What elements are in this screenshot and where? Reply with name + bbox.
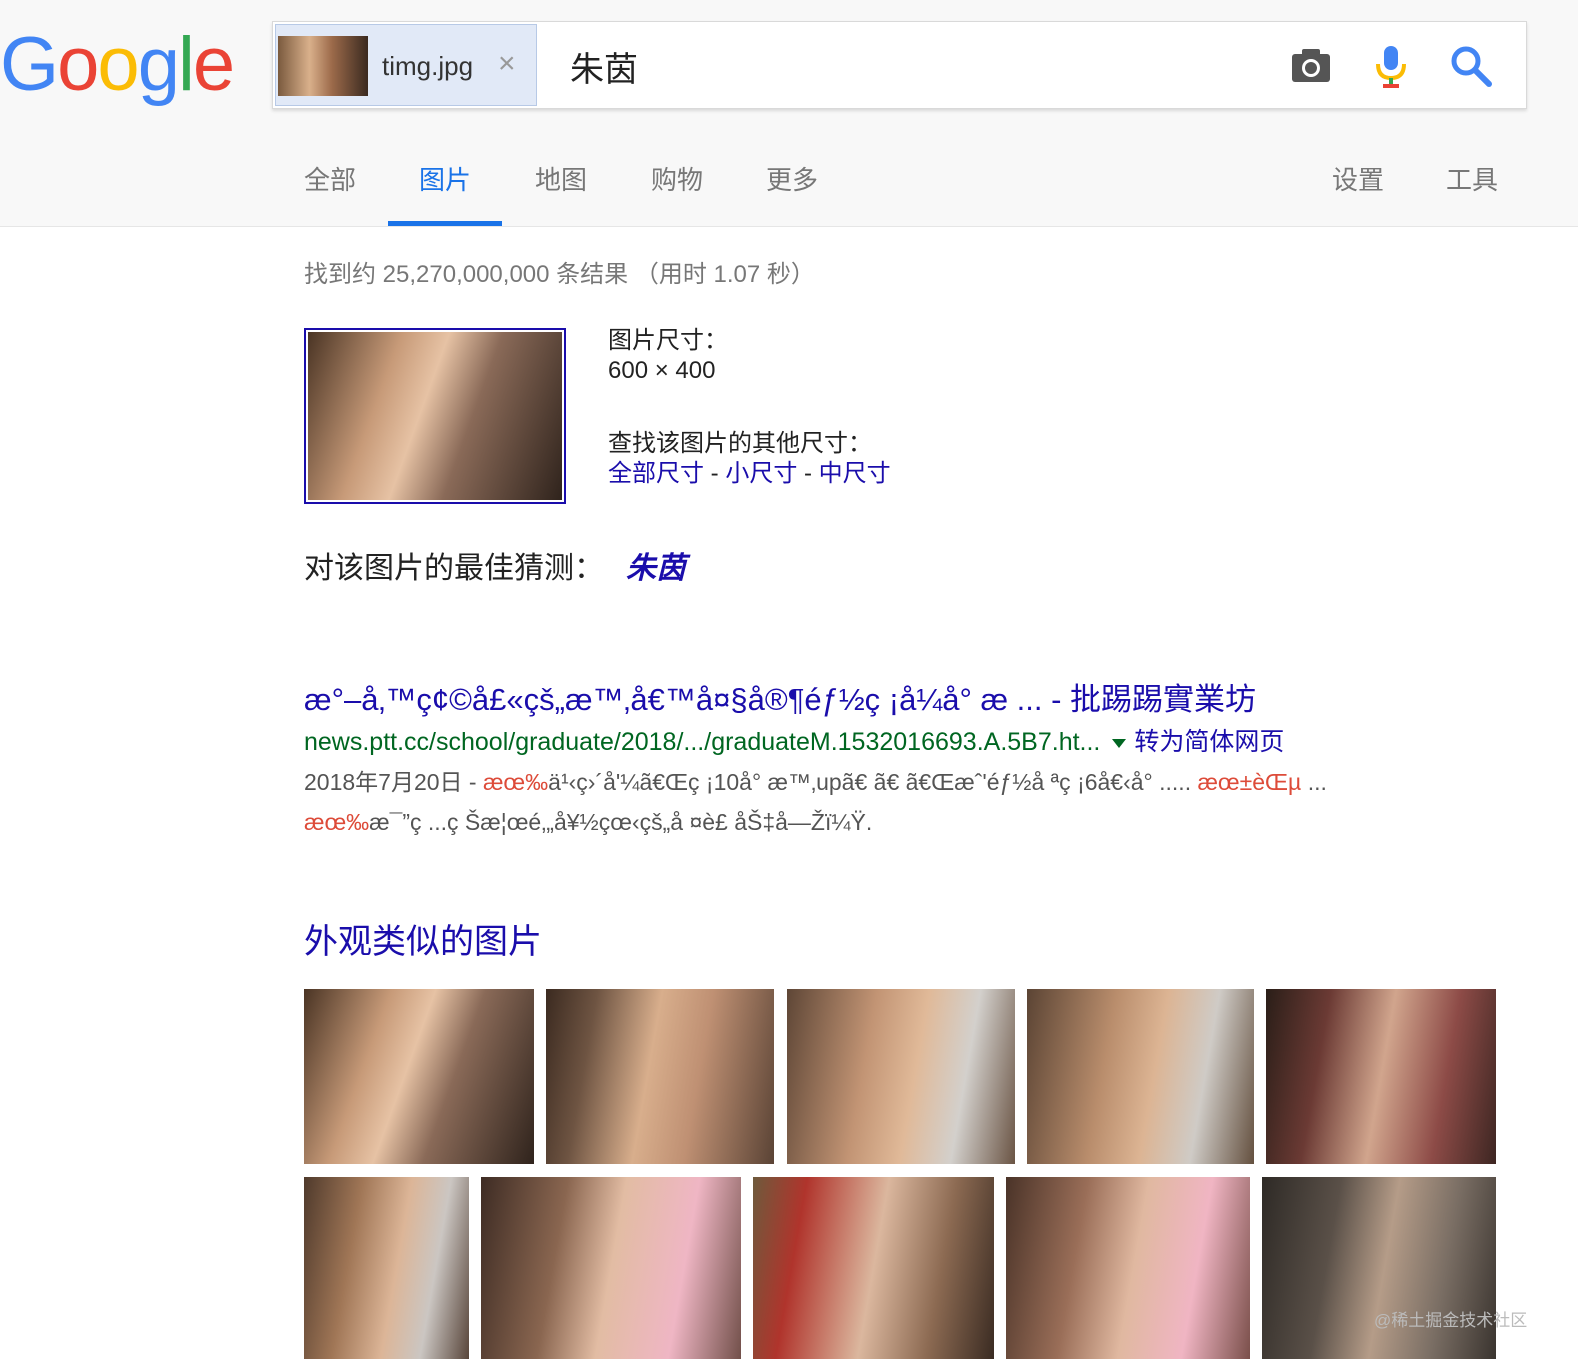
snippet-highlight: æœ±èŒµ xyxy=(1197,769,1302,795)
close-icon[interactable]: × xyxy=(498,47,516,81)
search-icon[interactable] xyxy=(1447,42,1495,90)
query-image-thumbnail[interactable] xyxy=(304,328,566,504)
tab-label: 更多 xyxy=(765,165,818,195)
search-icon-svg xyxy=(1451,46,1492,87)
snippet-text: ... xyxy=(1301,769,1327,795)
similar-image-thumbnail[interactable] xyxy=(1266,989,1496,1164)
best-guess: 对该图片的最佳猜测： 朱茵 xyxy=(304,543,686,587)
image-chip[interactable]: timg.jpg × xyxy=(275,24,537,106)
tab-label: 全部 xyxy=(304,165,357,195)
query-image xyxy=(308,332,562,500)
snippet-text: 2018年7月20日 - xyxy=(304,769,483,795)
camera-icon-svg xyxy=(1292,49,1330,82)
result-url: news.ptt.cc/school/graduate/2018/.../gra… xyxy=(304,722,1284,758)
result-stats: 找到约 25,270,000,000 条结果 （用时 1.07 秒） xyxy=(304,261,815,288)
settings-link[interactable]: 设置 xyxy=(1331,160,1385,226)
microphone-icon-svg xyxy=(1376,46,1406,88)
similar-image-thumbnail[interactable] xyxy=(481,1177,741,1359)
tools-link[interactable]: 工具 xyxy=(1445,160,1499,226)
snippet-highlight: æœ‰ xyxy=(304,809,370,835)
similar-image-thumbnail[interactable] xyxy=(1006,1177,1250,1359)
watermark: @稀土掘金技术社区 xyxy=(1374,1311,1528,1330)
result-url-text: news.ptt.cc/school/graduate/2018/.../gra… xyxy=(304,728,1101,756)
other-sizes-label: 查找该图片的其他尺寸： xyxy=(608,430,872,457)
logo-letter: o xyxy=(57,22,99,107)
microphone-icon[interactable] xyxy=(1367,42,1415,90)
small-size-link[interactable]: 小尺寸 xyxy=(725,460,797,487)
snippet-text: æ¯”ç ...ç Šæ¦œé‚„å¥½çœ‹çš„å ¤è£ åŠ‡å—Žï¼… xyxy=(369,809,873,835)
separator: - xyxy=(704,460,726,487)
result-title-link[interactable]: æ°–å‚™ç¢©å£«çš„æ™‚å€™å¤§å®¶éƒ½ç ¡å¼å° æ … xyxy=(304,674,1256,719)
snippet-text: ä¹‹ç›´å'¼ã€Œç ¡10å° æ™‚upã€ ã€ ã€Œæˆ'éƒ½… xyxy=(548,769,1198,795)
tab-shopping[interactable]: 购物 xyxy=(650,160,704,226)
camera-icon[interactable] xyxy=(1287,42,1335,90)
tab-maps[interactable]: 地图 xyxy=(534,160,588,226)
tab-label: 图片 xyxy=(418,165,471,195)
snippet-line: æœ‰æ¯”ç ...ç Šæ¦œé‚„å¥½çœ‹çš„å ¤è£ åŠ‡å—… xyxy=(304,802,1504,842)
tab-more[interactable]: 更多 xyxy=(765,160,819,226)
all-sizes-link[interactable]: 全部尺寸 xyxy=(608,460,704,487)
snippet-line: 2018年7月20日 - æœ‰ä¹‹ç›´å'¼ã€Œç ¡10å° æ™‚u… xyxy=(304,762,1504,802)
tab-images[interactable]: 图片 xyxy=(388,160,502,226)
dropdown-arrow-icon[interactable] xyxy=(1112,738,1127,748)
result-snippet: 2018年7月20日 - æœ‰ä¹‹ç›´å'¼ã€Œç ¡10å° æ™‚u… xyxy=(304,762,1504,842)
best-guess-label: 对该图片的最佳猜测： xyxy=(304,552,604,585)
similar-image-thumbnail[interactable] xyxy=(304,989,534,1164)
similar-image-thumbnail[interactable] xyxy=(546,989,774,1164)
logo-letter: G xyxy=(0,22,59,107)
size-links: 全部尺寸 - 小尺寸 - 中尺寸 xyxy=(608,459,891,489)
similar-image-thumbnail[interactable] xyxy=(304,1177,469,1359)
best-guess-link[interactable]: 朱茵 xyxy=(626,552,686,585)
snippet-highlight: æœ‰ xyxy=(482,769,549,795)
similar-image-thumbnail[interactable] xyxy=(787,989,1015,1164)
similar-image-thumbnail[interactable] xyxy=(753,1177,994,1359)
separator: - xyxy=(797,460,819,487)
similar-images-heading[interactable]: 外观类似的图片 xyxy=(304,914,542,963)
logo-letter: g xyxy=(137,22,180,107)
similar-image-thumbnail[interactable] xyxy=(1027,989,1254,1164)
image-info: 图片尺寸： 600 × 400 查找该图片的其他尺寸： 全部尺寸 - 小尺寸 -… xyxy=(608,326,891,489)
search-input[interactable]: 朱茵 xyxy=(570,42,638,91)
tools-label: 工具 xyxy=(1445,165,1498,195)
image-chip-thumbnail xyxy=(278,36,368,96)
google-logo[interactable]: Google xyxy=(0,20,235,110)
search-box[interactable]: timg.jpg × 朱茵 xyxy=(272,21,1527,109)
image-size-label: 图片尺寸： xyxy=(608,327,728,354)
tab-label: 购物 xyxy=(650,165,703,195)
header-bar: Google timg.jpg × 朱茵 全部 图片 地图 购物 更多 设置 工… xyxy=(0,0,1578,227)
translate-link[interactable]: 转为简体网页 xyxy=(1134,728,1284,756)
tab-bar: 全部 图片 地图 购物 更多 设置 工具 xyxy=(0,160,1578,226)
medium-size-link[interactable]: 中尺寸 xyxy=(819,460,891,487)
tab-all[interactable]: 全部 xyxy=(304,160,356,226)
logo-letter: o xyxy=(97,22,139,107)
logo-letter: l xyxy=(177,22,195,107)
similar-image-thumbnail[interactable] xyxy=(1262,1177,1496,1359)
tab-label: 地图 xyxy=(534,165,587,195)
image-size-value: 600 × 400 xyxy=(608,357,716,384)
logo-letter: e xyxy=(192,22,235,107)
active-tab-indicator xyxy=(388,221,502,226)
image-chip-label: timg.jpg xyxy=(382,51,474,81)
settings-label: 设置 xyxy=(1331,165,1384,195)
